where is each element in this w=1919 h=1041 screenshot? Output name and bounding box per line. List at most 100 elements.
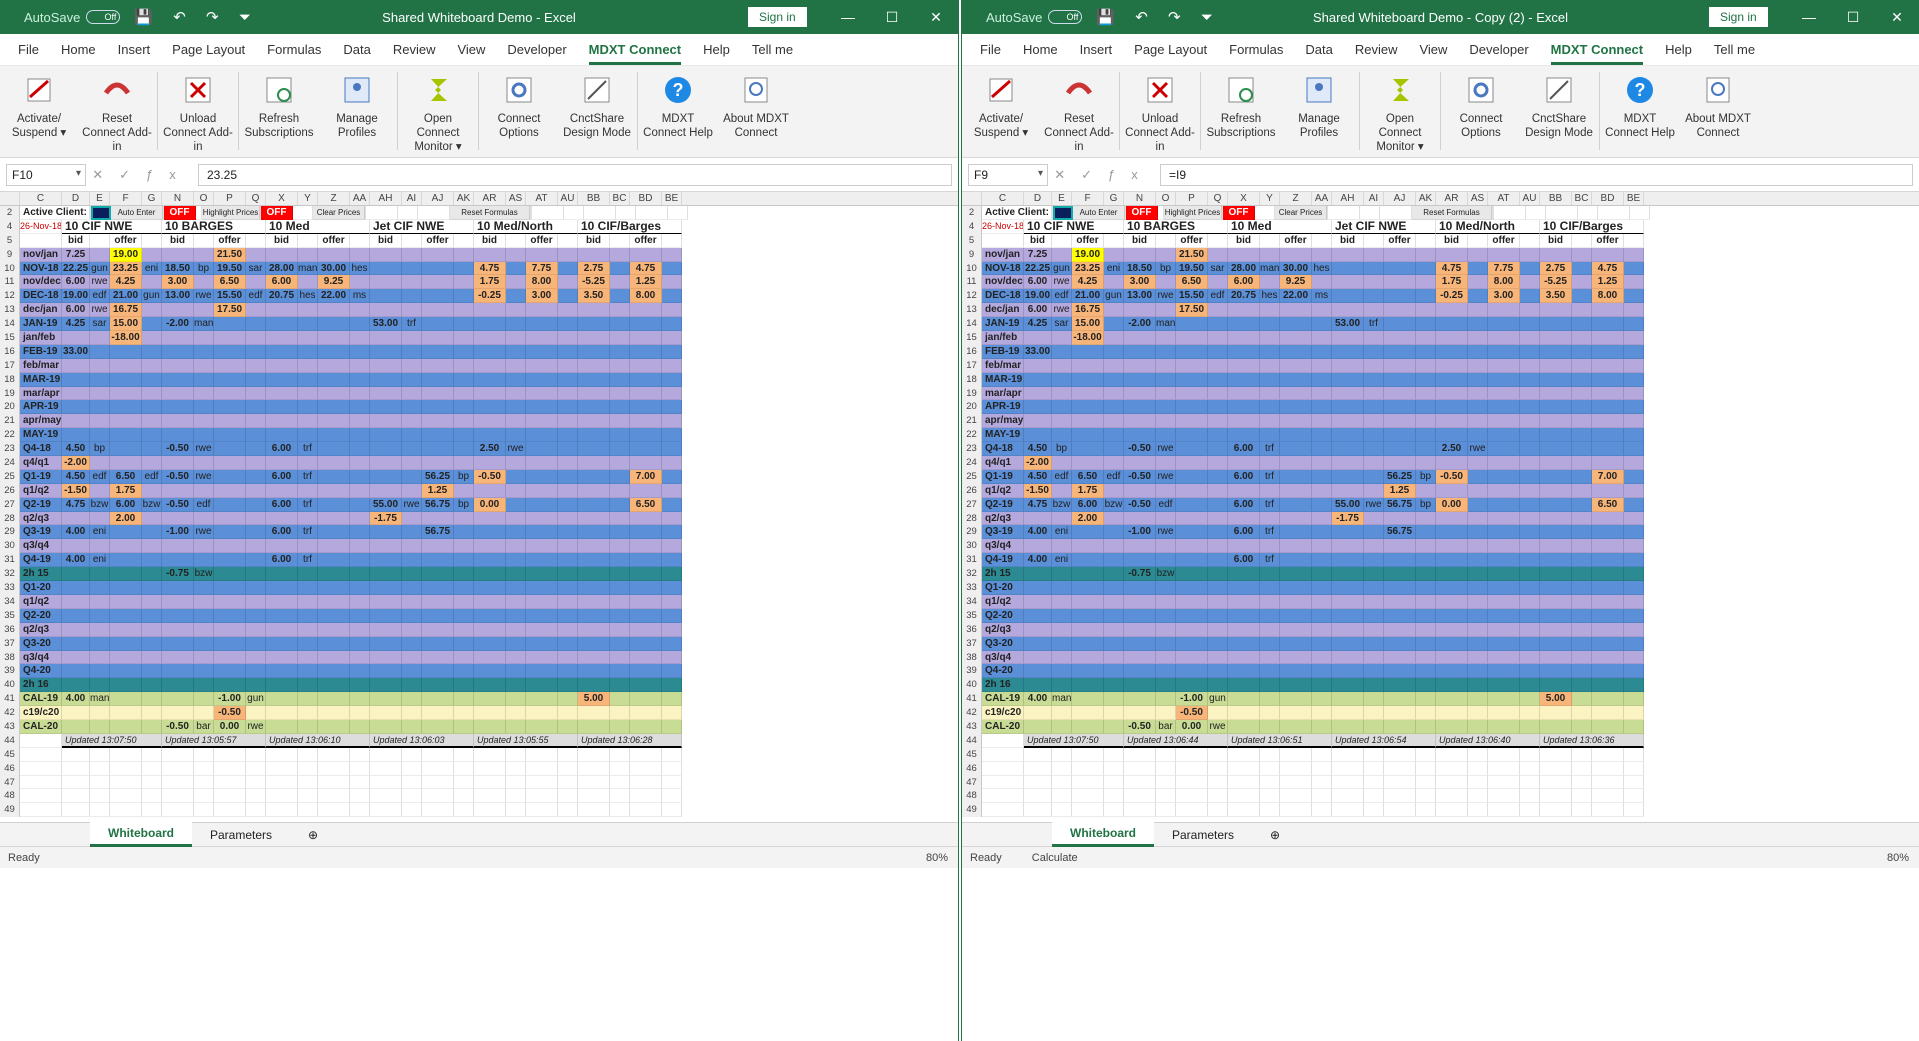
cell[interactable] <box>1104 650 1124 665</box>
cell[interactable] <box>1624 358 1644 373</box>
cell[interactable] <box>630 622 662 637</box>
cell[interactable]: 20.75 <box>1228 289 1260 304</box>
row-number[interactable]: 31 <box>962 553 982 568</box>
cell[interactable] <box>142 553 162 568</box>
cell[interactable] <box>1024 622 1052 637</box>
cell[interactable] <box>1124 414 1156 429</box>
cell[interactable] <box>1156 372 1176 387</box>
cell[interactable]: 33.00 <box>1024 344 1052 359</box>
cell[interactable] <box>1104 233 1124 248</box>
cell[interactable] <box>1124 428 1156 443</box>
cell[interactable] <box>350 497 370 512</box>
cell[interactable] <box>90 761 110 776</box>
cell[interactable] <box>110 664 142 679</box>
cell[interactable] <box>1052 636 1072 651</box>
cell[interactable] <box>214 594 246 609</box>
cell[interactable]: Q3-20 <box>20 636 62 651</box>
cell[interactable] <box>1228 719 1260 734</box>
cell[interactable] <box>578 803 610 818</box>
cell[interactable]: Q3-20 <box>982 636 1024 651</box>
cell[interactable]: 8.00 <box>526 275 558 290</box>
cell[interactable] <box>1312 358 1332 373</box>
cell[interactable]: bzw <box>1156 567 1176 582</box>
cell[interactable] <box>1520 358 1540 373</box>
cell[interactable] <box>350 567 370 582</box>
cell[interactable] <box>1468 289 1488 304</box>
cell[interactable] <box>662 303 682 318</box>
cell[interactable] <box>1312 317 1332 332</box>
cell[interactable] <box>526 719 558 734</box>
cell[interactable]: APR-19 <box>20 400 62 415</box>
cell[interactable] <box>90 622 110 637</box>
cell[interactable] <box>402 567 422 582</box>
cell[interactable] <box>298 622 318 637</box>
cell[interactable] <box>1416 372 1436 387</box>
cell[interactable]: 4.00 <box>62 692 90 707</box>
cell[interactable] <box>1280 692 1312 707</box>
cell[interactable] <box>1280 594 1312 609</box>
cell[interactable] <box>1124 789 1156 804</box>
column-header-P[interactable]: P <box>214 192 246 205</box>
cell[interactable] <box>1416 400 1436 415</box>
cell[interactable]: -1.50 <box>62 483 90 498</box>
cell[interactable] <box>454 511 474 526</box>
cell[interactable] <box>1364 372 1384 387</box>
cell[interactable] <box>1520 581 1540 595</box>
cell[interactable] <box>422 428 454 443</box>
cell[interactable] <box>1520 525 1540 540</box>
cell[interactable] <box>1592 775 1624 790</box>
cell[interactable] <box>1364 400 1384 415</box>
cell[interactable] <box>1384 539 1416 554</box>
cell[interactable] <box>1540 400 1572 415</box>
cell[interactable] <box>266 247 298 262</box>
cell[interactable] <box>630 567 662 582</box>
cell[interactable] <box>1364 719 1384 734</box>
row-number[interactable]: 32 <box>962 567 982 582</box>
cell[interactable] <box>1052 803 1072 818</box>
cell[interactable] <box>1436 483 1468 498</box>
cell[interactable] <box>506 664 526 679</box>
cell[interactable] <box>1156 275 1176 290</box>
cell[interactable] <box>370 789 402 804</box>
cell[interactable] <box>1488 469 1520 484</box>
cell[interactable] <box>370 456 402 470</box>
cell[interactable] <box>1520 331 1540 345</box>
cell[interactable] <box>1520 372 1540 387</box>
cell[interactable]: 21.00 <box>1072 289 1104 304</box>
cell[interactable] <box>1384 414 1416 429</box>
cell[interactable] <box>266 706 298 720</box>
cell[interactable] <box>1468 553 1488 568</box>
cell[interactable] <box>1104 719 1124 734</box>
cell[interactable] <box>1124 456 1156 470</box>
row-number[interactable]: 47 <box>0 775 20 790</box>
row-number[interactable]: 46 <box>0 761 20 776</box>
tab-help[interactable]: Help <box>1665 42 1692 57</box>
column-header-BC[interactable]: BC <box>1572 192 1592 205</box>
cell[interactable] <box>1176 664 1208 679</box>
cell[interactable] <box>610 789 630 804</box>
cell[interactable] <box>610 483 630 498</box>
cell[interactable]: FEB-19 <box>20 344 62 359</box>
cell[interactable] <box>610 567 630 582</box>
ribbon-button-2[interactable]: Unload Connect Add-in <box>159 72 237 154</box>
cell[interactable] <box>662 456 682 470</box>
cell[interactable]: q1/q2 <box>20 594 62 609</box>
cell[interactable] <box>1072 650 1104 665</box>
row-number[interactable]: 16 <box>0 344 20 359</box>
cell[interactable] <box>1024 400 1052 415</box>
cell[interactable] <box>630 247 662 262</box>
row-number[interactable]: 31 <box>0 553 20 568</box>
cell[interactable] <box>558 664 578 679</box>
cell[interactable] <box>474 483 506 498</box>
cell[interactable] <box>1624 761 1644 776</box>
cell[interactable] <box>402 789 422 804</box>
cell[interactable] <box>454 678 474 693</box>
cell[interactable] <box>630 358 662 373</box>
cell[interactable] <box>1024 650 1052 665</box>
cell[interactable]: bid <box>578 233 610 248</box>
cell[interactable]: MAY-19 <box>982 428 1024 443</box>
cell[interactable]: 2h 16 <box>982 678 1024 693</box>
cell[interactable] <box>422 636 454 651</box>
cell[interactable] <box>350 511 370 526</box>
cell[interactable] <box>1624 331 1644 345</box>
